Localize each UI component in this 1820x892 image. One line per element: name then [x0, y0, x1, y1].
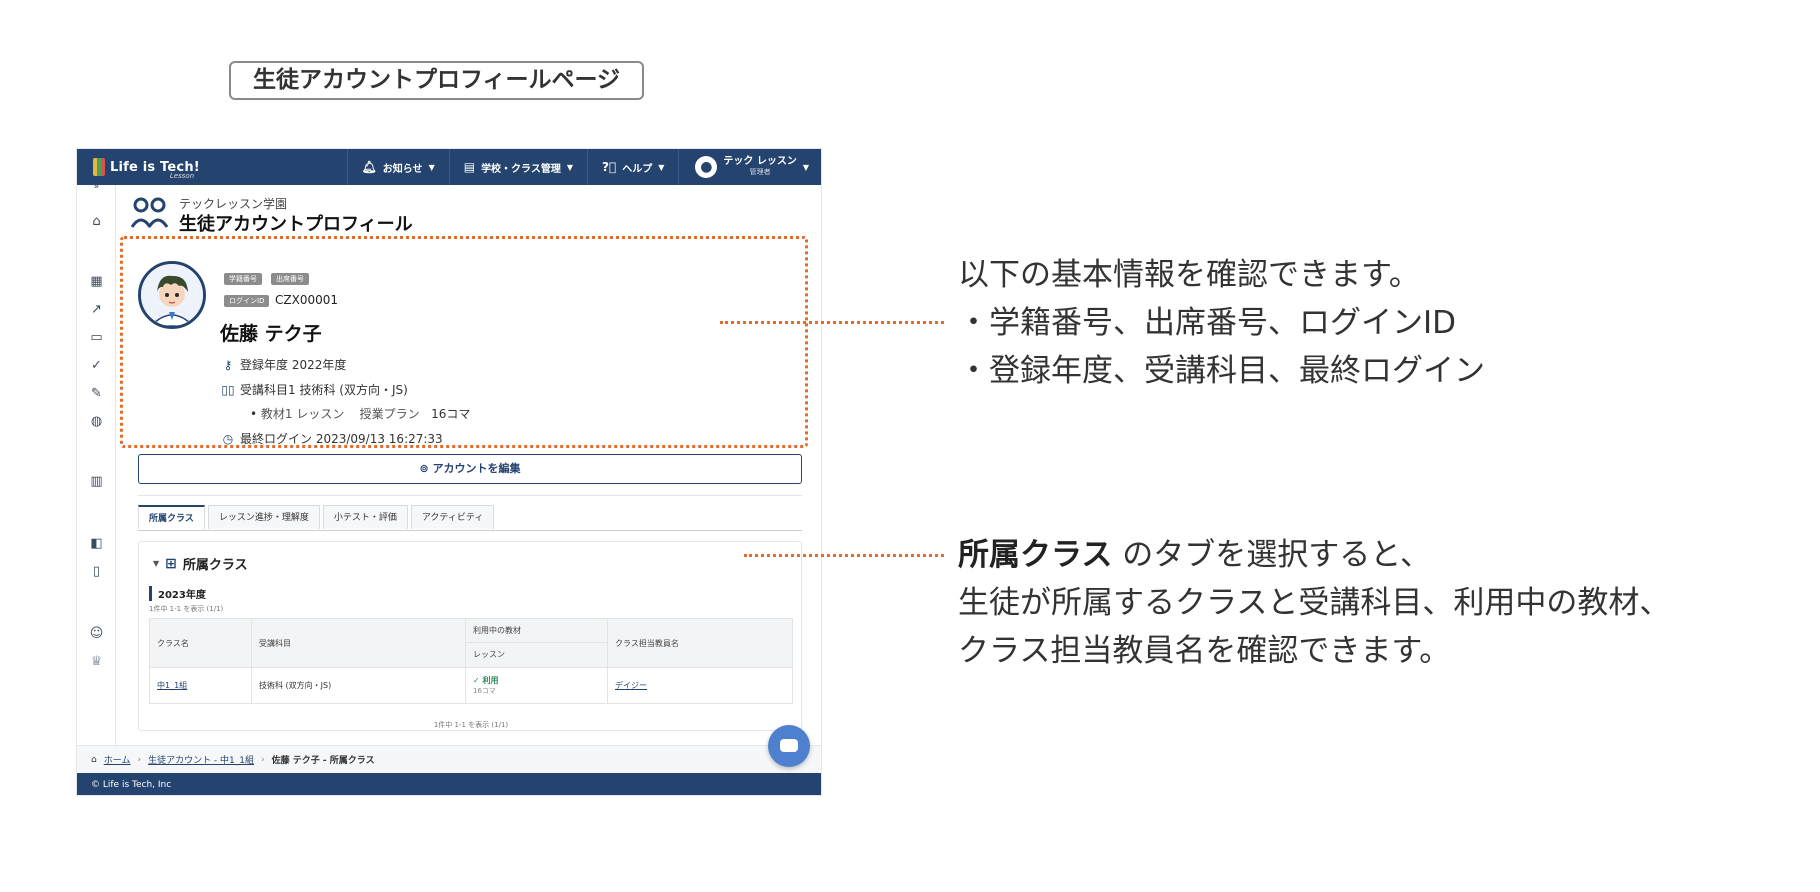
sidebar: » ⌂ ▦ ↗ ▭ ✓ ✎ ◍ ▥ ◧ ▯ ☺ ♕: [77, 182, 116, 745]
profile-highlight-box: [120, 236, 808, 448]
status-text: 利用: [482, 676, 499, 685]
file-edit-icon[interactable]: ▯: [88, 563, 105, 580]
divider: [138, 495, 802, 496]
connector-basic-info: [720, 321, 944, 324]
help-icon: ?⃝: [602, 160, 617, 174]
top-navigation-bar: Life is Tech! Lesson 🔔︎ お知らせ ▼ ▤ 学校・クラス管…: [77, 149, 821, 185]
nav-notifications[interactable]: 🔔︎ お知らせ ▼: [346, 149, 449, 185]
home-icon[interactable]: ⌂: [88, 213, 105, 230]
class-name-link[interactable]: 中1_1組: [157, 681, 187, 690]
bar-chart-icon[interactable]: ▥: [88, 473, 105, 490]
home-icon: ⌂: [91, 754, 97, 765]
col-material: 利用中の教材 レッスン: [465, 618, 608, 668]
year-label: 2023年度: [149, 586, 206, 601]
class-section-title: 所属クラス: [182, 558, 248, 573]
user-name: テック レッスン: [723, 156, 797, 167]
note-class-line1: 所属クラス のタブを選択すると、: [958, 531, 1670, 579]
chat-bubble-icon: [780, 739, 798, 752]
edit-account-button[interactable]: ⊚ アカウントを編集: [138, 454, 802, 484]
chevron-right-icon: ›: [137, 754, 142, 765]
breadcrumb-parent[interactable]: 生徒アカウント - 中1_1組: [148, 753, 254, 766]
collapse-icon[interactable]: »: [88, 179, 105, 196]
chevron-down-icon: ▼: [802, 162, 809, 172]
teacher-link[interactable]: デイジー: [615, 681, 647, 690]
calendar-icon[interactable]: ▦: [88, 273, 105, 290]
building-icon: ▤: [463, 160, 476, 174]
status-in-use: ✓ 利用: [473, 675, 600, 686]
unit-count: 16コマ: [473, 687, 496, 695]
bell-icon: 🔔︎: [361, 160, 377, 174]
tab-bar: 所属クラス レッスン進捗・理解度 小テスト・評価 アクティビティ: [138, 505, 802, 531]
chat-button[interactable]: [768, 725, 810, 767]
col-material-title: 利用中の教材: [466, 619, 607, 643]
page-label: 生徒アカウントプロフィールページ: [229, 61, 644, 100]
breadcrumb-current: 佐藤 テク子 - 所属クラス: [271, 756, 375, 766]
gear-icon: ⊚: [419, 462, 433, 475]
table-row: 中1_1組 技術科 (双方向・JS) ✓ 利用 16コマ デイジー: [149, 667, 793, 704]
logo[interactable]: Life is Tech! Lesson: [77, 149, 347, 185]
trophy-icon[interactable]: ♕: [88, 653, 105, 670]
trend-icon[interactable]: ↗: [88, 301, 105, 318]
chevron-right-icon: ›: [261, 754, 265, 765]
palette-icon[interactable]: ◍: [88, 413, 105, 430]
smile-icon[interactable]: ☺: [88, 625, 105, 642]
breadcrumb: ⌂ ホーム › 生徒アカウント - 中1_1組 › 佐藤 テク子 - 所属クラス: [77, 745, 821, 773]
result-count-bottom: 1件中 1-1 を表示 (1/1): [433, 721, 509, 729]
grid-icon: ⊞: [165, 555, 177, 572]
footer: © Life is Tech, Inc: [77, 773, 821, 795]
check-icon: ✓: [473, 676, 483, 685]
nav-school-class-label: 学校・クラス管理: [481, 163, 561, 175]
cell-subject: 技術科 (双方向・JS): [251, 667, 466, 704]
col-teacher: クラス担当教員名: [607, 618, 793, 668]
book-icon[interactable]: ◧: [88, 535, 105, 552]
note-class-line3: クラス担当教員名を確認できます。: [958, 633, 1451, 669]
user-avatar-icon: ●: [695, 156, 718, 178]
note-class-line1-rest: のタブを選択すると、: [1112, 537, 1432, 573]
chevron-down-icon: ▼: [658, 162, 665, 172]
note-basic-line3: ・登録年度、受講科目、最終ログイン: [958, 353, 1485, 389]
col-class-name: クラス名: [149, 618, 252, 668]
user-menu[interactable]: ● テック レッスン 管理者 ▼: [678, 149, 821, 185]
logo-mark-icon: [93, 158, 105, 176]
people-icon: [131, 197, 169, 228]
result-count-top: 1件中 1-1 を表示 (1/1): [149, 605, 224, 613]
chevron-down-icon: ▼: [428, 162, 435, 172]
note-class-bold: 所属クラス: [958, 537, 1113, 573]
connector-class-tab: [744, 554, 944, 557]
nav-help-label: ヘルプ: [622, 163, 653, 175]
class-table: クラス名 受講科目 利用中の教材 レッスン クラス担当教員名 中1_1組 技術科…: [149, 618, 793, 704]
check-circle-icon[interactable]: ✓: [88, 357, 105, 374]
pencil-icon[interactable]: ✎: [88, 385, 105, 402]
nav-help[interactable]: ?⃝ ヘルプ ▼: [587, 149, 678, 185]
tab-classes[interactable]: 所属クラス: [138, 505, 205, 529]
tab-lesson-progress[interactable]: レッスン進捗・理解度: [207, 505, 320, 529]
presentation-icon[interactable]: ▭: [88, 329, 105, 346]
col-material-sub: レッスン: [473, 650, 505, 659]
note-class-line2: 生徒が所属するクラスと受講科目、利用中の教材、: [958, 585, 1671, 621]
col-subject: 受講科目: [251, 618, 466, 668]
breadcrumb-home[interactable]: ホーム: [104, 753, 131, 766]
note-basic-line1: 以下の基本情報を確認できます。: [958, 257, 1420, 293]
note-class-tab: 所属クラス のタブを選択すると、 生徒が所属するクラスと受講科目、利用中の教材、…: [958, 531, 1670, 675]
nav-school-class-management[interactable]: ▤ 学校・クラス管理 ▼: [448, 149, 587, 185]
collapse-triangle-icon: ▼: [153, 559, 160, 568]
page-title: 生徒アカウントプロフィール: [179, 214, 413, 235]
tab-quiz-evaluation[interactable]: 小テスト・評価: [322, 505, 408, 529]
note-basic-line2: ・学籍番号、出席番号、ログインID: [958, 305, 1457, 341]
nav-notifications-label: お知らせ: [382, 163, 423, 175]
table-header-row: クラス名 受講科目 利用中の教材 レッスン クラス担当教員名: [149, 618, 793, 668]
cell-material: ✓ 利用 16コマ: [465, 667, 608, 704]
edit-account-label: アカウントを編集: [432, 462, 521, 475]
tab-activity[interactable]: アクティビティ: [410, 505, 495, 529]
user-role: 管理者: [749, 168, 771, 176]
class-card: ▼ ⊞ 所属クラス 2023年度 1件中 1-1 を表示 (1/1) クラス名 …: [138, 541, 802, 731]
note-basic-info: 以下の基本情報を確認できます。 ・学籍番号、出席番号、ログインID ・登録年度、…: [958, 251, 1485, 395]
chevron-down-icon: ▼: [566, 162, 574, 172]
logo-sub: Lesson: [169, 172, 195, 180]
class-section-header[interactable]: ▼ ⊞ 所属クラス: [153, 554, 248, 574]
